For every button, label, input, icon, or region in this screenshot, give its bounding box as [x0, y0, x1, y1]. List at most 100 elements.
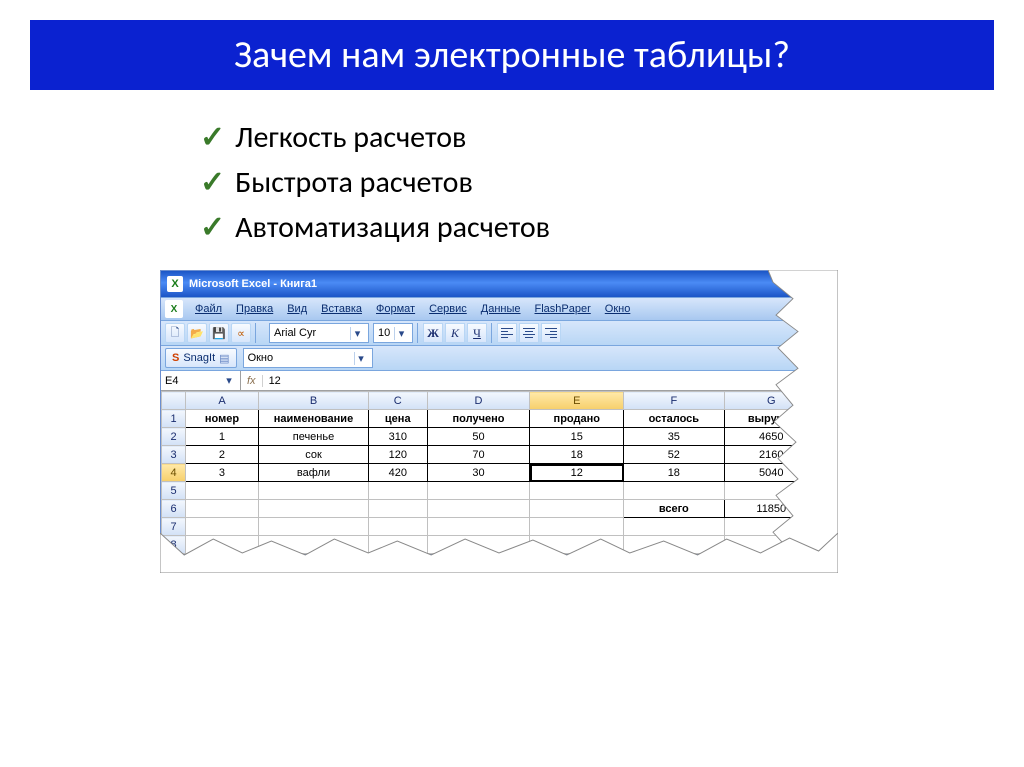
cell[interactable]: 18 [624, 464, 725, 482]
cell[interactable] [186, 536, 259, 554]
cell[interactable] [368, 518, 427, 536]
cell[interactable] [258, 500, 368, 518]
cell[interactable]: 15 [530, 428, 624, 446]
menu-window[interactable]: Окно [599, 301, 637, 317]
cell[interactable]: 310 [368, 428, 427, 446]
menu-flashpaper[interactable]: FlashPaper [529, 301, 597, 317]
cell[interactable] [724, 536, 818, 554]
menu-file[interactable]: Файл [189, 301, 228, 317]
cell[interactable] [624, 518, 725, 536]
cell[interactable]: 11850 [724, 500, 818, 518]
chevron-down-icon[interactable]: ▾ [394, 327, 408, 340]
cell[interactable] [624, 482, 725, 500]
col-header-F[interactable]: F [624, 392, 725, 410]
cell[interactable] [427, 518, 530, 536]
cell[interactable] [427, 500, 530, 518]
cell[interactable]: 4650 [724, 428, 818, 446]
chevron-down-icon[interactable]: ▾ [354, 352, 368, 365]
cell[interactable] [258, 536, 368, 554]
menu-tools[interactable]: Сервис [423, 301, 473, 317]
cell[interactable]: осталось [624, 410, 725, 428]
col-header-A[interactable]: A [186, 392, 259, 410]
cell[interactable]: получено [427, 410, 530, 428]
cell[interactable] [530, 518, 624, 536]
cell[interactable] [186, 518, 259, 536]
cell[interactable]: 120 [368, 446, 427, 464]
cell[interactable]: 3 [186, 464, 259, 482]
excel-doc-icon[interactable]: X [165, 300, 183, 318]
italic-button[interactable]: К [445, 323, 465, 343]
cell[interactable] [724, 518, 818, 536]
snagit-profile-combo[interactable]: Окно ▾ [243, 348, 373, 368]
align-left-icon[interactable] [497, 323, 517, 343]
select-all-corner[interactable] [162, 392, 186, 410]
col-header-B[interactable]: B [258, 392, 368, 410]
col-header-G[interactable]: G [724, 392, 818, 410]
row-header[interactable]: 3 [162, 446, 186, 464]
cell[interactable] [258, 518, 368, 536]
menu-data[interactable]: Данные [475, 301, 527, 317]
cell[interactable] [186, 482, 259, 500]
cell[interactable]: продано [530, 410, 624, 428]
cell[interactable]: 1 [186, 428, 259, 446]
bold-button[interactable]: Ж [423, 323, 443, 343]
cell[interactable] [368, 500, 427, 518]
row-header[interactable]: 5 [162, 482, 186, 500]
save-icon[interactable]: 💾 [209, 323, 229, 343]
cell[interactable]: 70 [427, 446, 530, 464]
share-icon[interactable]: ∝ [231, 323, 251, 343]
cell[interactable] [530, 500, 624, 518]
cell[interactable] [530, 536, 624, 554]
formula-value[interactable]: 12 [263, 375, 819, 387]
cell[interactable]: 18 [530, 446, 624, 464]
new-file-icon[interactable]: 🗋 [165, 323, 185, 343]
cell[interactable] [258, 482, 368, 500]
window-titlebar[interactable]: X Microsoft Excel - Книга1 [161, 271, 819, 297]
cell[interactable] [724, 482, 818, 500]
chevron-down-icon[interactable]: ▾ [350, 327, 364, 340]
cell[interactable]: номер [186, 410, 259, 428]
menu-format[interactable]: Формат [370, 301, 421, 317]
selected-cell[interactable]: 12 [530, 464, 624, 482]
underline-button[interactable]: Ч [467, 323, 487, 343]
row-header[interactable]: 2 [162, 428, 186, 446]
chevron-down-icon[interactable]: ▾ [222, 374, 236, 387]
font-name-combo[interactable]: Arial Cyr ▾ [269, 323, 369, 343]
menu-insert[interactable]: Вставка [315, 301, 368, 317]
cell[interactable]: 30 [427, 464, 530, 482]
col-header-D[interactable]: D [427, 392, 530, 410]
cell[interactable] [186, 500, 259, 518]
fx-icon[interactable]: fx [241, 375, 263, 387]
row-header[interactable]: 7 [162, 518, 186, 536]
cell[interactable]: всего [624, 500, 725, 518]
cell[interactable]: 2160 [724, 446, 818, 464]
col-header-E[interactable]: E [530, 392, 624, 410]
col-header-C[interactable]: C [368, 392, 427, 410]
cell[interactable]: сок [258, 446, 368, 464]
row-header[interactable]: 6 [162, 500, 186, 518]
row-header[interactable]: 8 [162, 536, 186, 554]
menu-view[interactable]: Вид [281, 301, 313, 317]
menu-edit[interactable]: Правка [230, 301, 279, 317]
cell[interactable]: 5040 [724, 464, 818, 482]
snagit-config-icon[interactable]: ▤ [219, 352, 229, 365]
cell[interactable] [368, 482, 427, 500]
name-box[interactable]: E4 ▾ [161, 371, 241, 391]
cell[interactable]: 50 [427, 428, 530, 446]
cell[interactable]: 52 [624, 446, 725, 464]
cell[interactable] [368, 536, 427, 554]
row-header[interactable]: 4 [162, 464, 186, 482]
cell[interactable]: 35 [624, 428, 725, 446]
row-header[interactable]: 1 [162, 410, 186, 428]
cell[interactable]: печенье [258, 428, 368, 446]
cell[interactable] [530, 482, 624, 500]
cell[interactable]: цена [368, 410, 427, 428]
font-size-combo[interactable]: 10 ▾ [373, 323, 413, 343]
cell[interactable]: наименование [258, 410, 368, 428]
cell[interactable]: 2 [186, 446, 259, 464]
cell[interactable]: выручка [724, 410, 818, 428]
cell[interactable]: вафли [258, 464, 368, 482]
cell[interactable] [427, 536, 530, 554]
open-file-icon[interactable]: 📂 [187, 323, 207, 343]
align-right-icon[interactable] [541, 323, 561, 343]
